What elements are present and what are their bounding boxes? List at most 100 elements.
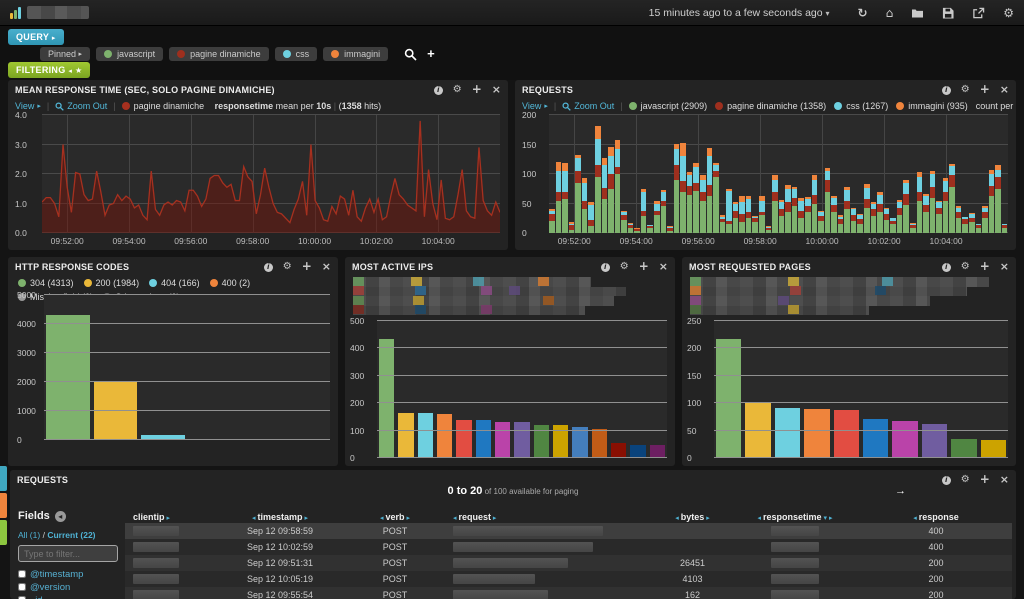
bar[interactable] [495,422,510,458]
stacked-bar[interactable] [647,115,653,233]
row-collapse-tab[interactable] [0,466,7,491]
stacked-bar[interactable] [693,115,699,233]
table-row[interactable]: Sep 12 10:05:19POST4103200 [125,571,1012,587]
stacked-bar[interactable] [812,115,818,233]
stacked-bar[interactable] [621,115,627,233]
stacked-bar[interactable] [917,115,923,233]
stacked-bar[interactable] [661,115,667,233]
stacked-bar[interactable] [897,115,903,233]
stacked-bar[interactable] [602,115,608,233]
stacked-bar[interactable] [798,115,804,233]
stacked-bar[interactable] [569,115,575,233]
stacked-bar[interactable] [739,115,745,233]
bar[interactable] [863,419,888,458]
bar[interactable] [834,410,859,458]
bar[interactable] [716,339,741,458]
stacked-bar[interactable] [700,115,706,233]
stacked-bar[interactable] [575,115,581,233]
stacked-bar[interactable] [989,115,995,233]
add-query-icon[interactable] [427,45,435,63]
filtering-toggle-button[interactable]: FILTERING ◂ [8,62,90,78]
bar[interactable] [951,439,976,458]
close-panel-icon[interactable] [322,262,331,273]
stacked-bar[interactable] [628,115,634,233]
stacked-bar[interactable] [792,115,798,233]
all-fields-link[interactable]: All (1) [18,530,40,540]
stacked-bar[interactable] [825,115,831,233]
http-response-codes-chart[interactable]: 010002000300040005000 [14,293,332,442]
legend-item[interactable]: 404 (166) [149,278,200,288]
legend-item[interactable]: 200 (1984) [84,278,140,288]
stacked-bar[interactable] [982,115,988,233]
refresh-icon[interactable] [858,7,868,19]
bar[interactable] [456,420,471,458]
most-requested-pages-chart[interactable]: 050100150200250 [688,319,1010,460]
stacked-bar[interactable] [930,115,936,233]
requests-histogram-chart[interactable]: 05010015020009:52:0009:54:0009:56:0009:5… [521,113,1010,247]
stacked-bar[interactable] [641,115,647,233]
stacked-bar[interactable] [680,115,686,233]
field-checkbox[interactable] [18,570,26,578]
mean-response-time-chart[interactable]: 0.01.02.03.04.009:52:0009:54:0009:56:000… [14,113,502,247]
stacked-bar[interactable] [844,115,850,233]
stacked-bar[interactable] [962,115,968,233]
stacked-bar[interactable] [634,115,640,233]
stacked-bar[interactable] [851,115,857,233]
field-checkbox[interactable] [18,583,26,591]
next-page-arrow-icon[interactable] [895,485,906,497]
stacked-bar[interactable] [582,115,588,233]
folder-open-icon[interactable] [911,7,924,19]
info-icon[interactable] [942,476,951,485]
legend-item[interactable]: pagine dinamiche [122,101,207,111]
column-header-timestamp[interactable]: ◂ timestamp ▸ [215,512,345,522]
configure-icon[interactable] [961,262,970,272]
bar[interactable] [418,413,433,458]
collapse-fields-icon[interactable] [55,511,66,522]
stacked-bar[interactable] [746,115,752,233]
stacked-bar[interactable] [903,115,909,233]
close-panel-icon[interactable] [1000,475,1009,486]
bar[interactable] [611,443,626,458]
query-toggle-button[interactable]: QUERY ▸ [8,29,64,45]
query-pill[interactable]: javascript [96,47,163,61]
field-item[interactable]: _id [18,594,122,599]
stacked-bar[interactable] [772,115,778,233]
info-icon[interactable] [942,263,951,272]
stacked-bar[interactable] [936,115,942,233]
stacked-bar[interactable] [838,115,844,233]
column-header-request[interactable]: ◂ request ▸ [445,512,655,522]
stacked-bar[interactable] [687,115,693,233]
stacked-bar[interactable] [615,115,621,233]
legend-item[interactable]: css (1267) [834,101,888,111]
bar[interactable] [437,414,452,458]
close-panel-icon[interactable] [492,85,501,96]
legend-item[interactable]: pagine dinamiche (1358) [715,101,826,111]
stacked-bar[interactable] [733,115,739,233]
info-icon[interactable] [942,86,951,95]
home-icon[interactable] [886,7,894,19]
share-icon[interactable] [972,7,985,19]
stacked-bar[interactable] [976,115,982,233]
move-panel-icon[interactable] [302,261,312,273]
stacked-bar[interactable] [766,115,772,233]
stacked-bar[interactable] [1002,115,1008,233]
stacked-bar[interactable] [667,115,673,233]
stacked-bar[interactable] [556,115,562,233]
field-item[interactable]: @version [18,581,122,593]
query-pill[interactable]: pagine dinamiche [169,47,269,61]
stacked-bar[interactable] [713,115,719,233]
stacked-bar[interactable] [864,115,870,233]
bar[interactable] [592,429,607,458]
bar[interactable] [775,408,800,458]
configure-icon[interactable] [283,262,292,272]
search-icon[interactable] [404,48,417,61]
stacked-bar[interactable] [562,115,568,233]
move-panel-icon[interactable] [472,84,482,96]
column-header-clientip[interactable]: clientip ▸ [125,512,215,522]
gear-icon[interactable] [1003,7,1014,19]
stacked-bar[interactable] [779,115,785,233]
column-header-response[interactable]: ◂ response [860,512,1012,522]
configure-icon[interactable] [961,475,970,485]
query-pill[interactable]: immagini [323,47,388,61]
zoom-out-button[interactable]: Zoom Out [55,101,107,111]
